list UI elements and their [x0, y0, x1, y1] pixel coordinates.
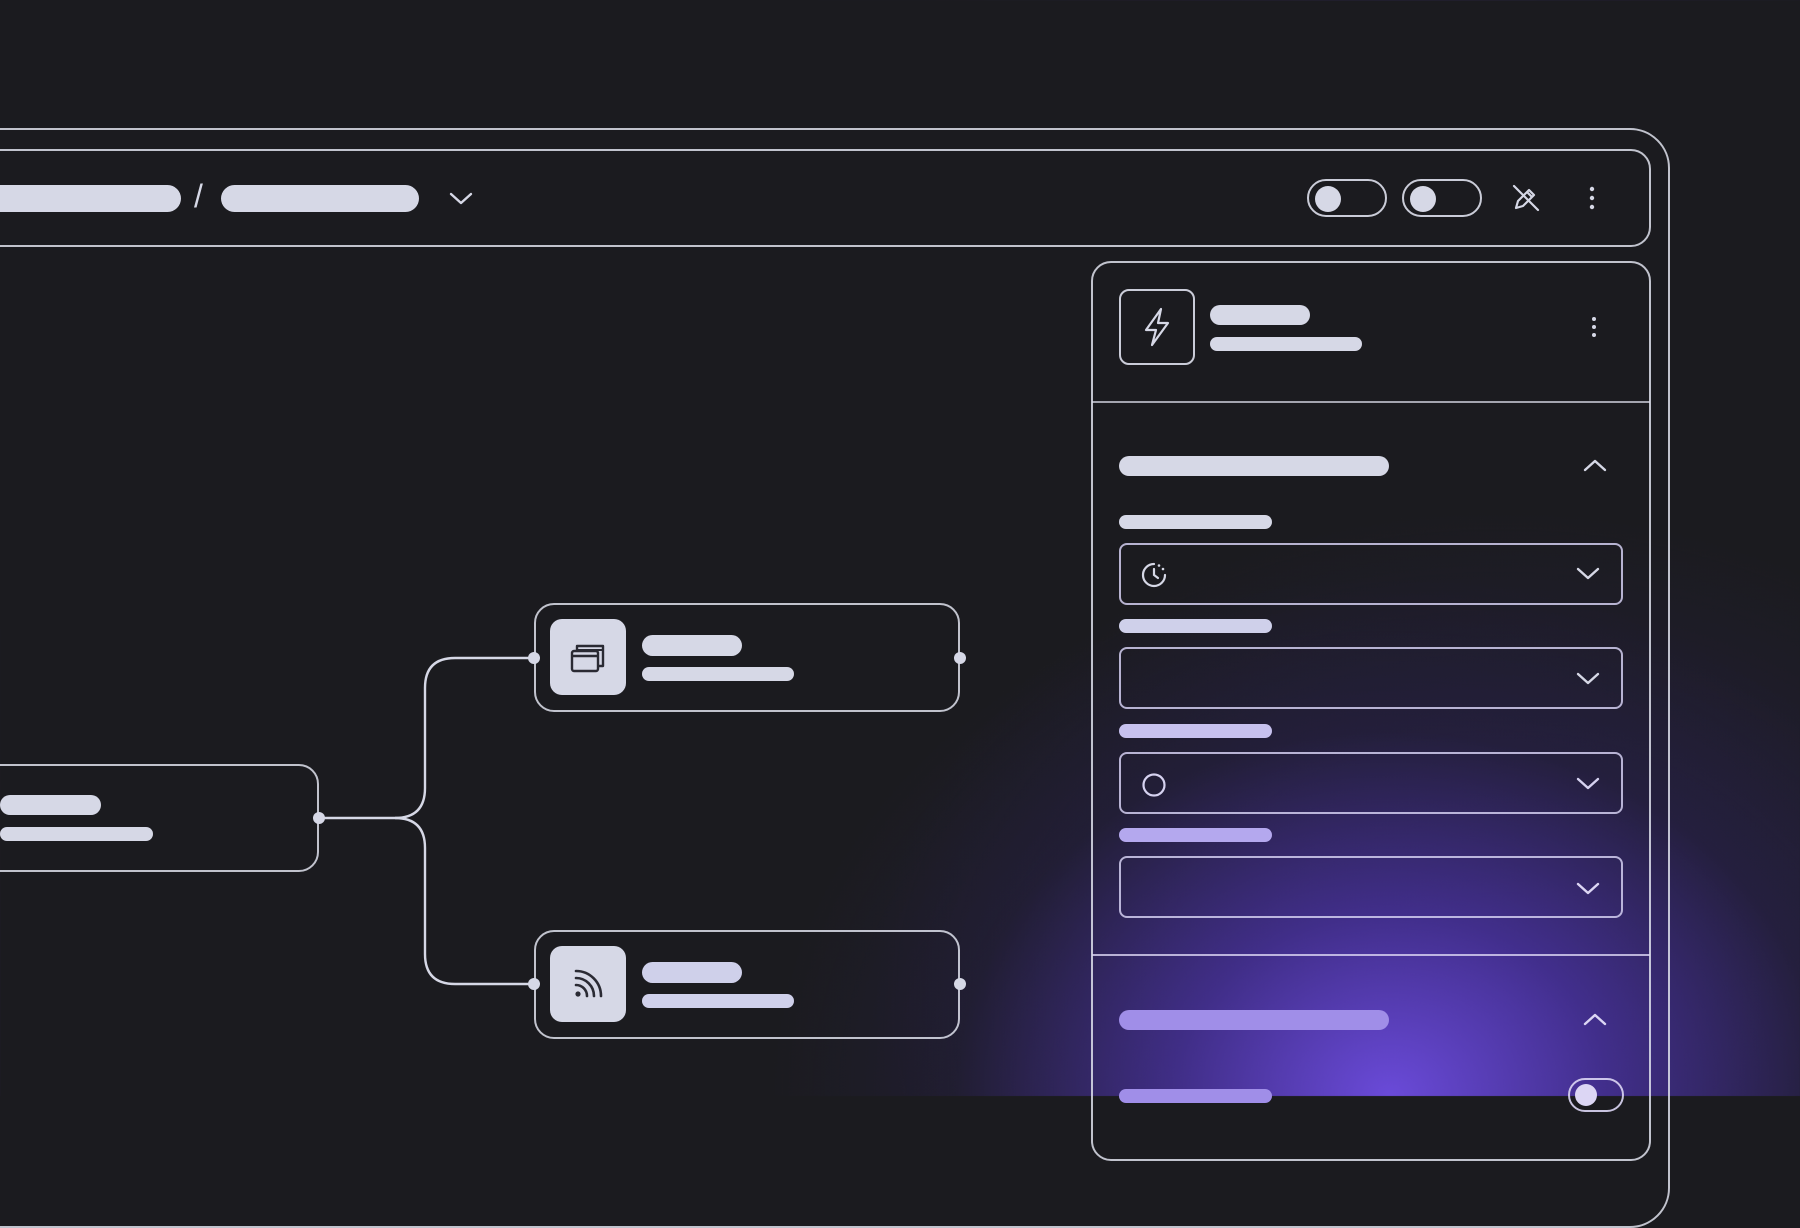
source-node-output-port[interactable] [313, 812, 325, 824]
feed-icon [550, 946, 626, 1022]
section-2-heading [1119, 1010, 1389, 1030]
branch-node-top-input-port[interactable] [528, 652, 540, 664]
section-2-field-label [1119, 1089, 1272, 1103]
panel-kebab-menu-icon[interactable] [1589, 315, 1599, 339]
windows-stack-icon [550, 619, 626, 695]
panel-divider-1 [1092, 401, 1650, 403]
section-1-collapse-chevron-up-icon[interactable] [1582, 456, 1608, 474]
branch-node-top-subtitle [642, 667, 794, 681]
lightning-icon [1119, 289, 1195, 365]
clock-dashed-icon [1140, 561, 1168, 589]
panel-title [1210, 305, 1310, 325]
field-1-label [1119, 515, 1272, 529]
field-1-chevron-down-icon[interactable] [1575, 565, 1601, 583]
field-3-label [1119, 724, 1272, 738]
branch-node-top-title [642, 635, 742, 656]
branch-node-bottom-input-port[interactable] [528, 978, 540, 990]
field-2-chevron-down-icon[interactable] [1575, 670, 1601, 688]
field-4-label [1119, 828, 1272, 842]
field-2-select[interactable] [1119, 647, 1623, 709]
branch-node-bottom-title [642, 962, 742, 983]
source-node-title [0, 795, 101, 815]
field-4-select[interactable] [1119, 856, 1623, 918]
section-1-heading [1119, 456, 1389, 476]
panel-subtitle [1210, 337, 1362, 351]
source-node[interactable] [0, 764, 319, 872]
section-2-collapse-chevron-up-icon[interactable] [1582, 1010, 1608, 1028]
field-3-chevron-down-icon[interactable] [1575, 775, 1601, 793]
panel-divider-2 [1092, 954, 1650, 956]
circle-icon [1141, 772, 1167, 798]
field-4-chevron-down-icon[interactable] [1575, 880, 1601, 898]
section-2-toggle-switch[interactable] [1568, 1078, 1624, 1112]
source-node-subtitle [0, 827, 153, 841]
branch-node-bottom-output-port[interactable] [954, 978, 966, 990]
branch-node-top-output-port[interactable] [954, 652, 966, 664]
field-2-label [1119, 619, 1272, 633]
field-3-select[interactable] [1119, 752, 1623, 814]
field-1-select[interactable] [1119, 543, 1623, 605]
branch-node-bottom-subtitle [642, 994, 794, 1008]
